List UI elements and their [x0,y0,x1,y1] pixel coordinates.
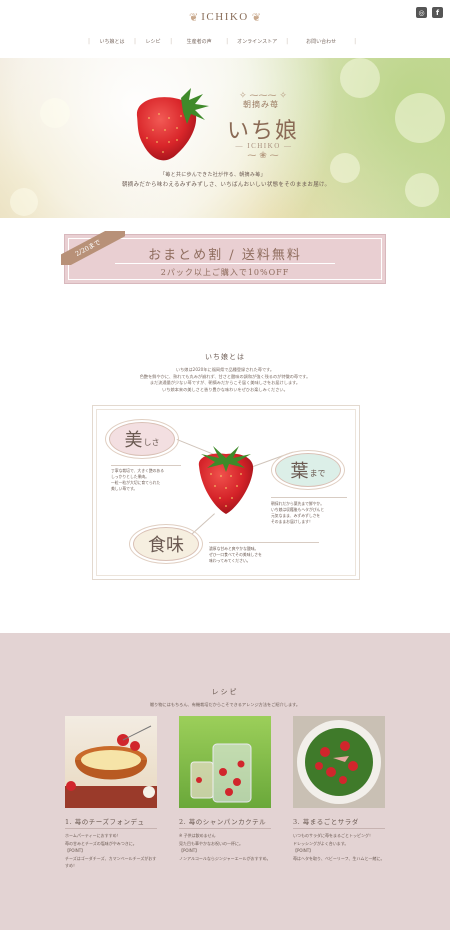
recipe-title[interactable]: 2. 苺のシャンパンカクテル [179,816,266,826]
site-logo[interactable]: ❦ ICHIKO ❦ [189,8,261,26]
banner-subtitle: 2パック以上ご購入で10%OFF [160,268,290,277]
nav-item-about[interactable]: いち娘とは [90,38,134,45]
strawberry-image [198,446,254,514]
recipe-image-fondue[interactable] [65,716,157,808]
logo-text: ICHIKO [201,11,249,23]
instagram-icon[interactable]: ◎ [416,7,427,18]
recipe-image-salad[interactable] [293,716,385,808]
hero-banner: ✧ ⁓⁓⁓ ✧ 朝摘み苺 いち娘 — ICHIKO — ⁓ ❀ ⁓ 「苺と共に歩… [0,58,450,218]
hero-ornament-bottom-icon: ⁓ ❀ ⁓ [247,151,279,161]
recipe-line: チーズはゴーダチーズ、カマンベールチーズがおすすめ！ [65,855,157,869]
social-links: ◎ f [416,7,443,18]
recipe-line: ドレッシングがよく合います。 [293,840,349,846]
desc-line: 味わってみてください。 [209,558,251,563]
recipe-body: いつものサラダに苺をまるごとトッピング！ ドレッシングがよく合います。 【POI… [293,832,385,862]
recipe-line: 苺の甘みとチーズの塩味がやみつきに。 [65,840,137,846]
nav-item-contact[interactable]: お問い合わせ [288,38,354,45]
desc-divider [209,542,319,543]
feature-taste-badge: 食味 [133,527,199,561]
hero-tagline-1: 「苺と共に歩んできた社が作る、朝摘み苺」 [160,172,266,178]
recipe-line: ※ 子供は飲めません [179,833,216,838]
feature-panel: 美 しさ 丁寧な栽培で、大きく艶のある しっかりとした果肉。 一粒一粒が大切に育… [92,405,360,580]
feature-leaf-small: まで [309,468,326,478]
recipe-lead: 贈り物にはもちろん、有機栽培だからこそできるアレンジ方法をご紹介します。 [149,702,301,707]
hero-tagline-2: 朝摘みだから味わえるみずみずしさ、いちばんおいしい状態をそのままお届け。 [122,182,331,188]
bokeh-light [40,98,70,128]
recipe-line: 【POINT】 [293,848,314,853]
strawberry-image [136,88,209,161]
recipe-divider [293,828,385,829]
recipe-line: ノンアルコールならジンジャーエールがおすすめ。 [179,855,271,861]
site-header: ❦ ICHIKO ❦ ◎ f | いち娘とは | レシピ | 生産者の声 | オ… [0,0,450,58]
feature-taste-big: 食味 [148,535,184,556]
logo-flourish-left-icon: ❦ [189,10,199,24]
nav-item-voice[interactable]: 生産者の声 [172,38,226,45]
recipe-line: ホームパーティーにおすすめ！ [65,833,121,838]
recipe-divider [179,828,271,829]
hero-title: いち娘 [226,119,299,144]
hero-english-title: — ICHIKO — [235,142,293,150]
champagne-illustration [190,743,252,803]
feature-leaf-badge: 葉 まで [275,453,341,487]
feature-beauty-small: しさ [143,437,160,447]
desc-divider [271,497,347,498]
facebook-icon[interactable]: f [432,7,443,18]
recipe-section: レシピ 贈り物にはもちろん、有機栽培だからこそできるアレンジ方法をご紹介します。… [0,633,450,930]
fondue-illustration [65,725,157,808]
feature-leaf-big: 葉 [290,461,309,482]
feature-leaf-desc: 朝採れだから葉先まで鮮やか。 いち娘は収穫後もヘタがぴんと 元気なまま、みずみず… [271,501,353,525]
hero-subtitle: 朝摘み苺 [243,100,279,109]
bokeh-light [10,188,38,216]
feature-beauty-desc: 丁寧な栽培で、大きく艶のある しっかりとした果肉。 一粒一粒が大切に育てられた … [111,468,191,492]
banner-divider [115,263,335,264]
bokeh-light [330,153,360,183]
banner-title: おまとめ割 / 送料無料 [148,248,302,263]
logo-flourish-right-icon: ❦ [251,10,261,24]
recipe-line: 見た目も華やかなお祝いの一杯に。 [179,840,243,846]
recipe-line: 苺はヘタを取り、ベビーリーフ、生ハムと一緒に。 [293,855,385,861]
about-heading: いち娘とは [205,353,245,361]
recipe-body: ※ 子供は飲めません 見た目も華やかなお祝いの一杯に。 【POINT】 ノンアル… [179,832,271,862]
recipe-image-champagne[interactable] [179,716,271,808]
desc-line: 美しい苺です。 [111,486,138,491]
desc-divider [111,465,181,466]
recipe-divider [65,828,157,829]
recipe-line: 【POINT】 [65,848,86,853]
bokeh-light [395,93,445,143]
recipe-line: 【POINT】 [179,848,200,853]
recipe-line: いつものサラダに苺をまるごとトッピング！ [293,833,373,838]
nav-item-store[interactable]: オンラインストア [228,38,286,45]
recipe-title[interactable]: 1. 苺のチーズフォンデュ [65,816,144,826]
salad-illustration [297,720,381,804]
main-nav: | いち娘とは | レシピ | 生産者の声 | オンラインストア | お問い合わ… [88,38,356,45]
recipe-body: ホームパーティーにおすすめ！ 苺の甘みとチーズの塩味がやみつきに。 【POINT… [65,832,157,870]
feature-beauty-big: 美 [124,430,143,451]
nav-item-recipe[interactable]: レシピ [136,38,170,45]
recipe-heading: レシピ [211,688,239,696]
about-line: いち娘本来の美しさと香り豊かな味わいをぜひお楽しみください。 [162,386,288,392]
recipe-title[interactable]: 3. 苺まるごとサラダ [293,816,359,826]
campaign-banner[interactable]: 2/20まで おまとめ割 / 送料無料 2パック以上ご購入で10%OFF [61,231,386,284]
bokeh-light [405,173,439,207]
feature-taste-desc: 濃厚な甘みと爽やかな酸味。 ぜひ一口食べてその美味しさを 味わってみてください。 [209,546,329,564]
desc-line: そのままお届けします！ [271,519,313,524]
nav-separator: | [354,38,357,45]
bokeh-light [340,58,380,98]
about-text: いち娘は2020年に福岡県で品種登録された苺です。 色艶を鮮やかに、熟れても丸み… [100,367,350,393]
feature-beauty-badge: 美 しさ [109,422,175,456]
